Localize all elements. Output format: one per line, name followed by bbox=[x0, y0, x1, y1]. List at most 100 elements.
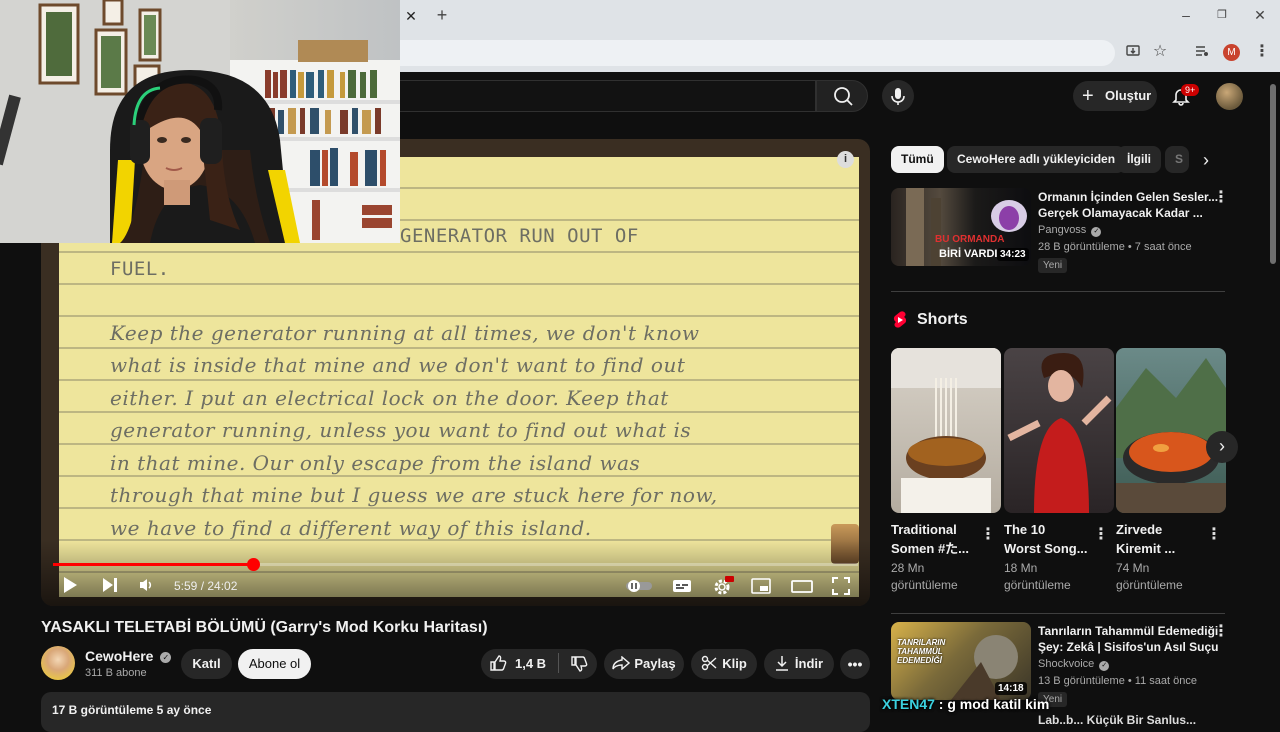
volume-icon bbox=[140, 579, 152, 591]
short-title[interactable]: Traditional Somen #た... bbox=[891, 520, 969, 558]
short-views-count: 18 Mn bbox=[1004, 561, 1038, 575]
rec-menu-icon[interactable]: ⋮ bbox=[1213, 624, 1229, 640]
video-title: YASAKLI TELETABİ BÖLÜMÜ (Garry's Mod Kor… bbox=[41, 619, 488, 636]
autoplay-toggle[interactable] bbox=[625, 579, 653, 598]
download-button[interactable]: İndir bbox=[764, 649, 834, 679]
note-line: generator running, unless you want to fi… bbox=[110, 418, 692, 442]
dislike-button[interactable] bbox=[570, 649, 588, 679]
plus-icon: + bbox=[1082, 85, 1094, 107]
profile-avatar[interactable]: M bbox=[1223, 44, 1240, 61]
settings-button[interactable] bbox=[712, 576, 734, 601]
rec-channel[interactable]: Pangvoss ✓ bbox=[1038, 223, 1102, 238]
channel-avatar[interactable] bbox=[41, 646, 75, 680]
subtitles-button[interactable] bbox=[672, 578, 692, 599]
more-actions-button[interactable]: ••• bbox=[840, 649, 870, 679]
rec-title[interactable]: Tanrıların Tahammül Edemediği bbox=[1038, 623, 1218, 639]
channel-name-text: CewoHere bbox=[85, 648, 154, 664]
note-line: either. I put an electrical lock on the … bbox=[110, 386, 669, 410]
sidebar-scrollbar[interactable] bbox=[1270, 84, 1276, 264]
verified-icon: ✓ bbox=[160, 652, 172, 663]
like-count: 1,4 B bbox=[515, 656, 547, 671]
short-thumbnail-art bbox=[891, 348, 1001, 513]
short-title[interactable]: The 10 Worst Song... bbox=[1004, 520, 1088, 558]
short-title-line: Worst Song... bbox=[1004, 541, 1088, 556]
next-button[interactable] bbox=[101, 577, 119, 598]
chip-related[interactable]: İlgili bbox=[1117, 146, 1161, 173]
rec-duration: 34:23 bbox=[997, 248, 1029, 261]
close-tab-icon[interactable]: ✕ bbox=[401, 6, 421, 26]
search-input[interactable] bbox=[400, 80, 816, 112]
short-thumbnail[interactable] bbox=[891, 348, 1001, 513]
rec-channel-name: Shockvoice bbox=[1038, 658, 1095, 670]
rec-thumbnail-text: TANRILARIN TAHAMMÜL EDEMEDİĞİ bbox=[897, 638, 946, 665]
rec-title[interactable]: Şey: Zekâ | Sisifos'un Asıl Suçu bbox=[1038, 639, 1219, 655]
minimize-icon[interactable]: – bbox=[1176, 5, 1196, 25]
short-views: 74 Mn görüntüleme bbox=[1116, 560, 1183, 594]
short-thumbnail[interactable] bbox=[1004, 348, 1114, 513]
share-icon bbox=[612, 655, 631, 671]
short-title-line: Somen #た... bbox=[891, 541, 970, 556]
bookmark-star-icon[interactable]: ☆ bbox=[1150, 42, 1170, 62]
theater-mode-button[interactable] bbox=[791, 578, 813, 599]
note-line: Keep the generator running at all times,… bbox=[110, 321, 700, 345]
chip-all[interactable]: Tümü bbox=[891, 146, 944, 173]
fullscreen-button[interactable] bbox=[832, 577, 850, 600]
short-menu-icon[interactable]: ⋮ bbox=[1206, 527, 1222, 543]
window-close-icon[interactable]: ✕ bbox=[1250, 5, 1270, 25]
clip-label: Klip bbox=[722, 656, 747, 671]
rec-title[interactable]: Ormanın İçinden Gelen Sesler... bbox=[1038, 189, 1218, 205]
note-line: in that mine. Our only escape from the i… bbox=[110, 451, 641, 475]
rec-channel[interactable]: Shockvoice ✓ bbox=[1038, 657, 1110, 672]
rec-title-partial[interactable]: Lab..b... Küçük Bir Sanlus... bbox=[1038, 712, 1196, 728]
rec-menu-icon[interactable]: ⋮ bbox=[1213, 190, 1229, 206]
verified-icon: ✓ bbox=[1091, 227, 1102, 237]
chat-overlay: XTEN47 : g mod katil kim bbox=[882, 696, 1049, 712]
maximize-icon[interactable]: ❐ bbox=[1212, 5, 1232, 25]
new-tab-button[interactable]: + bbox=[432, 5, 452, 25]
note-line: FUEL. bbox=[110, 258, 170, 280]
play-button[interactable] bbox=[62, 576, 78, 599]
channel-name[interactable]: CewoHere ✓ bbox=[85, 648, 172, 664]
voice-search-button[interactable] bbox=[882, 80, 914, 112]
install-app-icon[interactable] bbox=[1123, 43, 1143, 63]
chip-from-uploader[interactable]: CewoHere adlı yükleyiciden bbox=[947, 146, 1126, 173]
info-icon[interactable]: i bbox=[837, 151, 854, 168]
share-button[interactable]: Paylaş bbox=[604, 649, 684, 679]
short-title[interactable]: Zirvede Kiremit ... bbox=[1116, 520, 1175, 558]
chips-next-icon[interactable]: › bbox=[1196, 150, 1216, 170]
controls-gradient bbox=[41, 540, 870, 606]
scissors-icon bbox=[702, 655, 717, 671]
rec-title[interactable]: Gerçek Olamayacak Kadar ... bbox=[1038, 205, 1203, 221]
subscribe-button[interactable]: Abone ol bbox=[238, 649, 311, 679]
media-control-icon[interactable] bbox=[1192, 43, 1212, 63]
search-button[interactable] bbox=[816, 80, 868, 112]
short-title-line: Kiremit ... bbox=[1116, 541, 1176, 556]
short-menu-icon[interactable]: ⋮ bbox=[980, 527, 996, 543]
clip-button[interactable]: Klip bbox=[691, 649, 757, 679]
like-button[interactable]: 1,4 B bbox=[489, 649, 546, 679]
short-thumbnail[interactable] bbox=[1116, 348, 1226, 513]
short-title-line: Zirvede bbox=[1116, 522, 1163, 537]
chip-partial[interactable]: S bbox=[1165, 146, 1189, 173]
short-views-count: 28 Mn bbox=[891, 561, 925, 575]
join-button[interactable]: Katıl bbox=[181, 649, 232, 679]
views-and-date: 17 B görüntüleme 5 ay önce bbox=[52, 703, 212, 717]
notification-badge: 9+ bbox=[1181, 84, 1200, 96]
user-avatar[interactable] bbox=[1216, 83, 1243, 110]
address-bar[interactable] bbox=[400, 40, 1115, 66]
play-icon bbox=[64, 577, 77, 593]
chat-username: XTEN47 bbox=[882, 696, 935, 712]
short-menu-icon[interactable]: ⋮ bbox=[1093, 527, 1109, 543]
divider bbox=[891, 291, 1225, 292]
volume-button[interactable] bbox=[139, 578, 155, 597]
fullscreen-icon bbox=[832, 577, 850, 595]
shorts-next-button[interactable]: › bbox=[1206, 431, 1238, 463]
miniplayer-button[interactable] bbox=[751, 578, 771, 599]
rec-thumbnail[interactable]: TANRILARIN TAHAMMÜL EDEMEDİĞİ 14:18 bbox=[891, 622, 1031, 700]
short-thumbnail-art bbox=[1116, 358, 1226, 513]
rec-thumbnail[interactable]: BU ORMANDA BİRİ VARDI 34:23 bbox=[891, 188, 1031, 266]
download-icon bbox=[775, 656, 788, 671]
create-label: Oluştur bbox=[1105, 88, 1152, 103]
browser-menu-icon[interactable]: ⋮ bbox=[1252, 42, 1272, 62]
create-button[interactable]: + Oluştur bbox=[1073, 81, 1157, 111]
